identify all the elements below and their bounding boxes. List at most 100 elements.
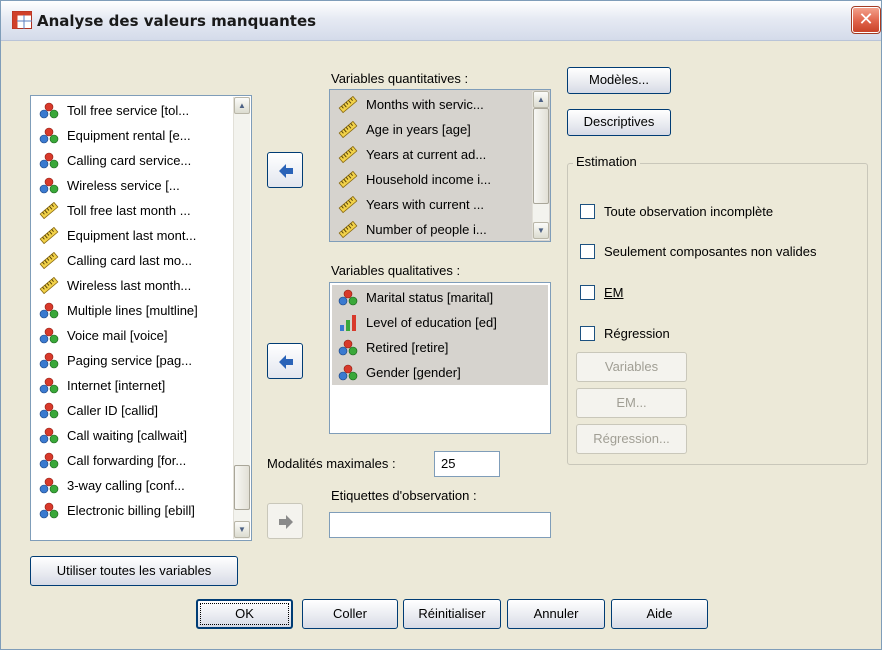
scale-icon bbox=[338, 120, 358, 139]
scroll-up-icon[interactable]: ▲ bbox=[234, 97, 250, 114]
regression-checkbox[interactable] bbox=[580, 326, 595, 341]
listwise-checkbox[interactable] bbox=[580, 204, 595, 219]
list-item[interactable]: Voice mail [voice] bbox=[33, 323, 198, 348]
case-labels-label: Etiquettes d'observation : bbox=[331, 488, 477, 503]
arrow-left-icon bbox=[279, 355, 293, 369]
nominal-icon bbox=[39, 377, 59, 394]
source-variable-list[interactable]: Toll free service [tol... Equipment renta… bbox=[30, 95, 252, 541]
em-checkbox[interactable] bbox=[580, 285, 595, 300]
list-item[interactable]: Multiple lines [multline] bbox=[33, 298, 198, 323]
scroll-thumb[interactable] bbox=[533, 108, 549, 204]
list-item[interactable]: Wireless last month... bbox=[33, 273, 198, 298]
nominal-icon bbox=[338, 339, 358, 356]
list-item-label: Multiple lines [multline] bbox=[67, 303, 198, 318]
nominal-icon bbox=[39, 302, 59, 319]
list-item[interactable]: Age in years [age] bbox=[332, 117, 491, 142]
regression-options-button[interactable]: Régression... bbox=[576, 424, 687, 454]
list-item[interactable]: Toll free last month ... bbox=[33, 198, 198, 223]
list-item[interactable]: Years with current ... bbox=[332, 192, 491, 217]
list-item[interactable]: Equipment rental [e... bbox=[33, 123, 198, 148]
scroll-down-icon[interactable]: ▼ bbox=[533, 222, 549, 239]
list-item-label: Paging service [pag... bbox=[67, 353, 193, 368]
list-item[interactable]: Months with servic... bbox=[332, 92, 491, 117]
move-to-quantitative-button[interactable] bbox=[267, 152, 303, 188]
dialog-window: Analyse des valeurs manquantes ✕ Toll fr… bbox=[0, 0, 882, 650]
list-item[interactable]: Call waiting [callwait] bbox=[33, 423, 198, 448]
list-item-label: Calling card service... bbox=[67, 153, 192, 168]
nominal-icon bbox=[39, 427, 59, 444]
quantitative-list-scrollbar[interactable]: ▲ ▼ bbox=[532, 91, 549, 240]
scale-icon bbox=[39, 251, 59, 270]
scroll-down-icon[interactable]: ▼ bbox=[234, 521, 250, 538]
window-title: Analyse des valeurs manquantes bbox=[37, 12, 317, 30]
cancel-button[interactable]: Annuler bbox=[507, 599, 605, 629]
list-item[interactable]: Calling card last mo... bbox=[33, 248, 198, 273]
list-item[interactable]: Number of people i... bbox=[332, 217, 491, 241]
ordinal-icon bbox=[338, 314, 358, 331]
nominal-icon bbox=[39, 127, 59, 144]
list-item[interactable]: Internet [internet] bbox=[33, 373, 198, 398]
list-item[interactable]: Household income i... bbox=[332, 167, 491, 192]
qualitative-variables-list[interactable]: Marital status [marital] Level of educati… bbox=[329, 282, 551, 434]
scroll-thumb[interactable] bbox=[234, 465, 250, 510]
scale-icon bbox=[39, 226, 59, 245]
list-item[interactable]: Toll free service [tol... bbox=[33, 98, 198, 123]
variables-button[interactable]: Variables bbox=[576, 352, 687, 382]
em-label: EM bbox=[604, 285, 624, 300]
list-item[interactable]: Gender [gender] bbox=[332, 360, 548, 385]
help-button[interactable]: Aide bbox=[611, 599, 708, 629]
list-item-label: Equipment last mont... bbox=[67, 228, 197, 243]
list-item[interactable]: Retired [retire] bbox=[332, 335, 548, 360]
list-item[interactable]: Equipment last mont... bbox=[33, 223, 198, 248]
scroll-up-icon[interactable]: ▲ bbox=[533, 91, 549, 108]
patterns-button[interactable]: Modèles... bbox=[567, 67, 671, 94]
list-item[interactable]: Level of education [ed] bbox=[332, 310, 548, 335]
list-item[interactable]: Call forwarding [for... bbox=[33, 448, 198, 473]
list-item[interactable]: Calling card service... bbox=[33, 148, 198, 173]
list-item[interactable]: Electronic billing [ebill] bbox=[33, 498, 198, 523]
pairwise-checkbox[interactable] bbox=[580, 244, 595, 259]
source-list-scrollbar[interactable]: ▲ ▼ bbox=[233, 97, 250, 539]
move-to-case-labels-button[interactable] bbox=[267, 503, 303, 539]
quantitative-variables-label: Variables quantitatives : bbox=[331, 71, 469, 86]
nominal-icon bbox=[39, 452, 59, 469]
list-item-label: Toll free service [tol... bbox=[67, 103, 190, 118]
max-categories-input[interactable]: 25 bbox=[434, 451, 500, 477]
data-grid-icon bbox=[12, 11, 32, 29]
move-to-qualitative-button[interactable] bbox=[267, 343, 303, 379]
list-item[interactable]: Years at current ad... bbox=[332, 142, 491, 167]
scale-icon bbox=[338, 95, 358, 114]
list-item-label: Calling card last mo... bbox=[67, 253, 192, 268]
scale-icon bbox=[39, 201, 59, 220]
list-item-label: 3-way calling [conf... bbox=[67, 478, 185, 493]
case-labels-input[interactable] bbox=[329, 512, 551, 538]
em-options-button[interactable]: EM... bbox=[576, 388, 687, 418]
list-item-label: Wireless last month... bbox=[67, 278, 192, 293]
max-categories-label: Modalités maximales : bbox=[267, 456, 396, 471]
list-item-label: Equipment rental [e... bbox=[67, 128, 191, 143]
paste-button[interactable]: Coller bbox=[302, 599, 398, 629]
list-item[interactable]: Marital status [marital] bbox=[332, 285, 548, 310]
descriptives-button[interactable]: Descriptives bbox=[567, 109, 671, 136]
list-item-label: Years at current ad... bbox=[366, 147, 487, 162]
list-item[interactable]: Caller ID [callid] bbox=[33, 398, 198, 423]
list-item[interactable]: Wireless service [... bbox=[33, 173, 198, 198]
list-item-label: Voice mail [voice] bbox=[67, 328, 168, 343]
title-bar: Analyse des valeurs manquantes ✕ bbox=[1, 1, 881, 41]
nominal-icon bbox=[39, 327, 59, 344]
list-item-label: Level of education [ed] bbox=[366, 315, 497, 330]
close-button[interactable]: ✕ bbox=[851, 6, 881, 34]
reset-button[interactable]: Réinitialiser bbox=[403, 599, 501, 629]
pairwise-label: Seulement composantes non valides bbox=[604, 244, 817, 259]
use-all-variables-button[interactable]: Utiliser toutes les variables bbox=[30, 556, 238, 586]
qualitative-variables-label: Variables qualitatives : bbox=[331, 263, 461, 278]
list-item[interactable]: 3-way calling [conf... bbox=[33, 473, 198, 498]
quantitative-variables-list[interactable]: Months with servic... Age in years [age] Y… bbox=[329, 89, 551, 242]
list-item[interactable]: Paging service [pag... bbox=[33, 348, 198, 373]
list-item-label: Gender [gender] bbox=[366, 365, 461, 380]
ok-button[interactable]: OK bbox=[196, 599, 293, 629]
scale-icon bbox=[338, 220, 358, 239]
nominal-icon bbox=[39, 502, 59, 519]
listwise-label: Toute observation incomplète bbox=[604, 204, 774, 219]
list-item-label: Retired [retire] bbox=[366, 340, 449, 355]
